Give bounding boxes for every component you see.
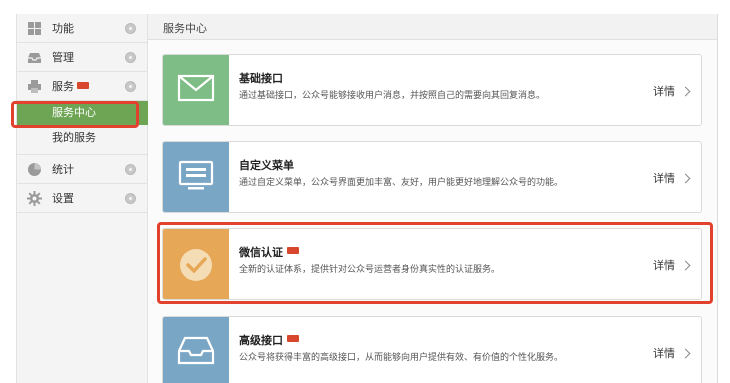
chevron-right-icon	[680, 348, 691, 358]
pie-chart-icon	[28, 163, 41, 176]
sidebar-item-statistics[interactable]: 统计	[17, 155, 147, 184]
page-title: 服务中心	[163, 22, 207, 35]
expand-toggle-icon[interactable]	[125, 52, 136, 63]
sidebar-item-label: 服务	[52, 79, 89, 94]
tray-icon	[177, 336, 215, 365]
sidebar-item-functions[interactable]: 功能	[17, 14, 147, 43]
main-header: 服务中心	[148, 14, 717, 40]
chevron-right-icon	[680, 86, 691, 96]
chevron-right-icon	[680, 173, 691, 183]
highlight-box-service-center	[11, 101, 139, 128]
expand-toggle-icon[interactable]	[125, 81, 136, 92]
card-icon-tile	[163, 55, 229, 125]
card-title: 高级接口	[239, 332, 299, 348]
expand-toggle-icon[interactable]	[125, 23, 136, 34]
envelope-icon	[177, 74, 215, 102]
expand-toggle-icon[interactable]	[125, 164, 136, 175]
gear-icon	[27, 191, 42, 206]
service-card-basic-api[interactable]: 基础接口 通过基础接口，公众号能够接收用户消息，并按照自己的需要向其回复消息。 …	[162, 54, 702, 126]
card-description: 通过自定义菜单，公众号界面更加丰富、友好，用户能更好地理解公众号的功能。	[239, 178, 564, 188]
sidebar-item-label: 设置	[52, 192, 74, 205]
submenu-item-my-services[interactable]: 我的服务	[52, 131, 96, 145]
sidebar-item-settings[interactable]: 设置	[17, 184, 147, 213]
grid-icon	[28, 22, 41, 35]
detail-link[interactable]: 详情	[653, 83, 691, 99]
main-panel: 服务中心 基础接口 通过基础接口，公众号能够接收用户消息，并按照自己的需要向其回…	[148, 14, 718, 383]
sidebar-item-service[interactable]: 服务	[17, 72, 147, 101]
highlight-box-wechat-verification	[157, 222, 713, 304]
sidebar-item-label: 功能	[52, 22, 74, 35]
printer-icon	[28, 80, 41, 93]
card-description: 公众号将获得丰富的高级接口，从而能够向用户提供有效、有价值的个性化服务。	[239, 353, 564, 363]
new-badge	[287, 335, 299, 342]
card-icon-tile	[163, 142, 229, 212]
sidebar-item-label: 管理	[52, 51, 74, 64]
sidebar: 功能 管理 服务 服务中心 我的服务 统计 设置	[16, 14, 149, 383]
expand-toggle-icon[interactable]	[125, 193, 136, 204]
card-description: 通过基础接口，公众号能够接收用户消息，并按照自己的需要向其回复消息。	[239, 91, 546, 101]
card-title: 自定义菜单	[239, 159, 294, 172]
new-badge	[77, 82, 89, 89]
service-card-custom-menu[interactable]: 自定义菜单 通过自定义菜单，公众号界面更加丰富、友好，用户能更好地理解公众号的功…	[162, 141, 702, 213]
detail-link[interactable]: 详情	[653, 170, 691, 186]
inbox-icon	[28, 53, 41, 63]
sidebar-item-label: 统计	[52, 163, 74, 176]
card-title: 基础接口	[239, 72, 283, 85]
sidebar-item-manage[interactable]: 管理	[17, 43, 147, 72]
service-card-advanced-api[interactable]: 高级接口 公众号将获得丰富的高级接口，从而能够向用户提供有效、有价值的个性化服务…	[162, 316, 702, 383]
detail-link[interactable]: 详情	[653, 345, 691, 361]
monitor-icon	[178, 160, 214, 190]
card-icon-tile	[163, 317, 229, 383]
